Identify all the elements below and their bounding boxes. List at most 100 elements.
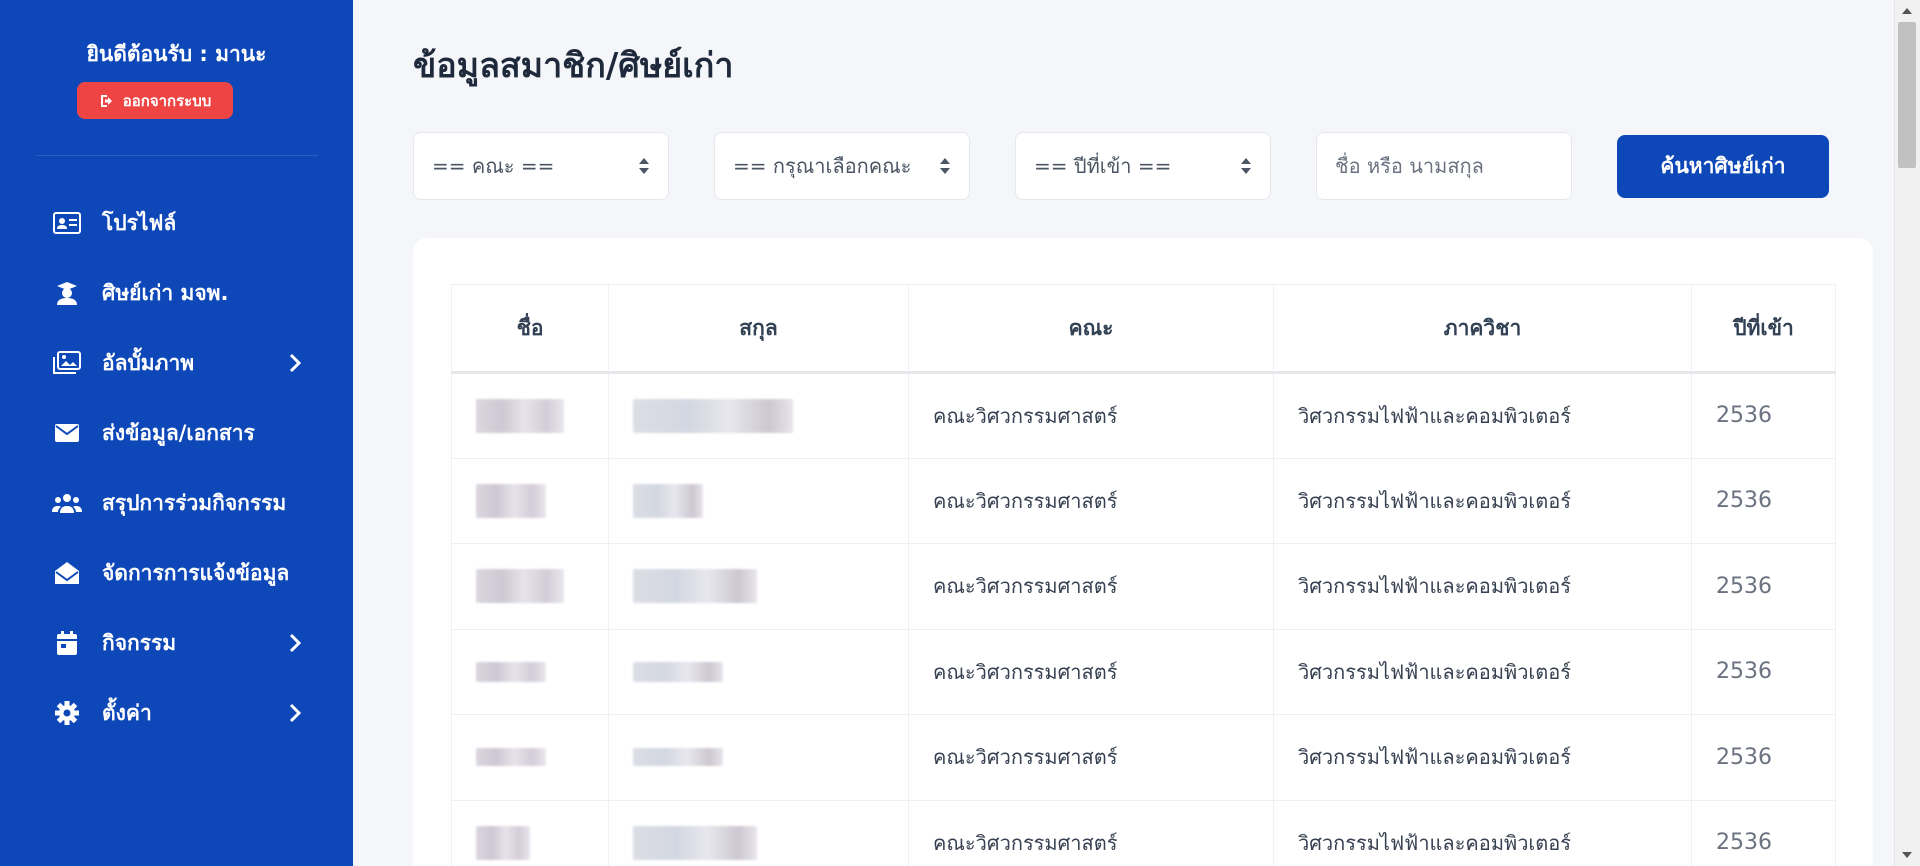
calendar-icon <box>52 628 82 658</box>
scroll-up-arrow-icon[interactable] <box>1902 8 1912 14</box>
graduate-icon <box>52 278 82 308</box>
table-row[interactable]: คณะวิศวกรรมศาสตร์ วิศวกรรมไฟฟ้าและคอมพิว… <box>451 800 1836 866</box>
sidebar-item-album[interactable]: อัลบั้มภาพ <box>0 328 353 398</box>
column-header-year[interactable]: ปีที่เข้า <box>1691 284 1836 374</box>
sidebar-item-label: อัลบั้มภาพ <box>102 350 195 375</box>
table-row[interactable]: คณะวิศวกรรมศาสตร์ วิศวกรรมไฟฟ้าและคอมพิว… <box>451 629 1836 715</box>
redacted-surname <box>633 748 723 767</box>
redacted-surname <box>633 483 703 518</box>
department-cell: วิศวกรรมไฟฟ้าและคอมพิวเตอร์ <box>1273 543 1692 630</box>
sidebar-item-label: โปรไฟล์ <box>102 210 177 235</box>
year-cell: 2536 <box>1691 800 1836 866</box>
id-card-icon <box>52 208 82 238</box>
first-name-cell <box>451 714 609 801</box>
images-icon <box>52 348 82 378</box>
name-search-placeholder: ชื่อ หรือ นามสกุล <box>1335 154 1484 178</box>
faculty-cell: คณะวิศวกรรมศาสตร์ <box>908 458 1274 544</box>
envelope-open-icon <box>52 558 82 588</box>
sign-out-icon <box>100 94 112 107</box>
redacted-name <box>476 661 546 682</box>
envelope-icon <box>52 418 82 448</box>
first-name-cell <box>451 372 609 459</box>
sidebar: ยินดีต้อนรับ : มานะ ออกจากระบบ โปรไฟล์ ศ… <box>0 0 353 866</box>
chevron-right-icon <box>289 703 302 723</box>
redacted-surname <box>633 825 757 860</box>
department-select[interactable]: == กรุณาเลือกคณะ <box>714 132 970 200</box>
redacted-name <box>476 748 546 767</box>
gear-icon <box>52 698 82 728</box>
redacted-name <box>476 483 546 518</box>
year-select[interactable]: == ปีที่เข้า == <box>1015 132 1271 200</box>
table-row[interactable]: คณะวิศวกรรมศาสตร์ วิศวกรรมไฟฟ้าและคอมพิว… <box>451 543 1836 630</box>
sidebar-nav: โปรไฟล์ ศิษย์เก่า มจพ. อัลบั้มภาพ ส่งข้อ… <box>0 188 353 748</box>
faculty-cell: คณะวิศวกรรมศาสตร์ <box>908 543 1274 630</box>
last-name-cell <box>608 714 909 801</box>
table-row[interactable]: คณะวิศวกรรมศาสตร์ วิศวกรรมไฟฟ้าและคอมพิว… <box>451 458 1836 544</box>
search-alumni-button[interactable]: ค้นหาศิษย์เก่า <box>1617 135 1829 198</box>
redacted-name <box>476 398 564 433</box>
sidebar-item-activity-summary[interactable]: สรุปการร่วมกิจกรรม <box>0 468 353 538</box>
department-cell: วิศวกรรมไฟฟ้าและคอมพิวเตอร์ <box>1273 629 1692 715</box>
faculty-cell: คณะวิศวกรรมศาสตร์ <box>908 800 1274 866</box>
chevron-right-icon <box>289 633 302 653</box>
last-name-cell <box>608 800 909 866</box>
sidebar-item-label: ส่งข้อมูล/เอกสาร <box>102 420 255 445</box>
redacted-surname <box>633 398 793 433</box>
welcome-text: ยินดีต้อนรับ : มานะ <box>86 42 267 66</box>
faculty-select-value: == คณะ == <box>432 154 555 178</box>
faculty-cell: คณะวิศวกรรมศาสตร์ <box>908 714 1274 801</box>
faculty-cell: คณะวิศวกรรมศาสตร์ <box>908 629 1274 715</box>
column-header-department[interactable]: ภาควิชา <box>1273 284 1692 374</box>
page-title: ข้อมูลสมาชิก/ศิษย์เก่า <box>413 46 734 86</box>
scroll-down-arrow-icon[interactable] <box>1902 852 1912 858</box>
sidebar-item-settings[interactable]: ตั้งค่า <box>0 678 353 748</box>
first-name-cell <box>451 800 609 866</box>
name-search-input[interactable]: ชื่อ หรือ นามสกุล <box>1316 132 1572 200</box>
sidebar-item-profile[interactable]: โปรไฟล์ <box>0 188 353 258</box>
scrollbar-thumb[interactable] <box>1898 22 1916 168</box>
department-cell: วิศวกรรมไฟฟ้าและคอมพิวเตอร์ <box>1273 458 1692 544</box>
sidebar-item-label: สรุปการร่วมกิจกรรม <box>102 490 287 515</box>
department-cell: วิศวกรรมไฟฟ้าและคอมพิวเตอร์ <box>1273 372 1692 459</box>
vertical-scrollbar[interactable] <box>1894 0 1920 866</box>
main-content: ข้อมูลสมาชิก/ศิษย์เก่า == คณะ == == กรุณ… <box>353 0 1894 866</box>
first-name-cell <box>451 543 609 630</box>
sidebar-item-manage-notifications[interactable]: จัดการการแจ้งข้อมูล <box>0 538 353 608</box>
table-header-row: ชื่อ สกุล คณะ ภาควิชา ปีที่เข้า <box>451 284 1836 374</box>
year-cell: 2536 <box>1691 629 1836 715</box>
year-cell: 2536 <box>1691 543 1836 630</box>
redacted-name <box>476 825 530 860</box>
last-name-cell <box>608 629 909 715</box>
faculty-cell: คณะวิศวกรรมศาสตร์ <box>908 372 1274 459</box>
column-header-last-name[interactable]: สกุล <box>608 284 909 374</box>
redacted-surname <box>633 661 723 682</box>
redacted-name <box>476 569 564 604</box>
department-cell: วิศวกรรมไฟฟ้าและคอมพิวเตอร์ <box>1273 714 1692 801</box>
users-icon <box>52 488 82 518</box>
sort-caret-icon <box>639 158 649 174</box>
first-name-cell <box>451 629 609 715</box>
last-name-cell <box>608 458 909 544</box>
table-row[interactable]: คณะวิศวกรรมศาสตร์ วิศวกรรมไฟฟ้าและคอมพิว… <box>451 714 1836 801</box>
sidebar-item-label: ศิษย์เก่า มจพ. <box>102 280 229 305</box>
alumni-table: ชื่อ สกุล คณะ ภาควิชา ปีที่เข้า คณะวิศวก… <box>451 284 1836 866</box>
year-cell: 2536 <box>1691 458 1836 544</box>
sidebar-item-label: ตั้งค่า <box>102 700 152 725</box>
department-cell: วิศวกรรมไฟฟ้าและคอมพิวเตอร์ <box>1273 800 1692 866</box>
logout-button[interactable]: ออกจากระบบ <box>77 82 233 119</box>
first-name-cell <box>451 458 609 544</box>
sidebar-item-alumni[interactable]: ศิษย์เก่า มจพ. <box>0 258 353 328</box>
sidebar-item-label: จัดการการแจ้งข้อมูล <box>102 560 290 585</box>
column-header-faculty[interactable]: คณะ <box>908 284 1274 374</box>
faculty-select[interactable]: == คณะ == <box>413 132 669 200</box>
results-card: ชื่อ สกุล คณะ ภาควิชา ปีที่เข้า คณะวิศวก… <box>413 238 1873 866</box>
logout-label: ออกจากระบบ <box>122 91 212 110</box>
table-row[interactable]: คณะวิศวกรรมศาสตร์ วิศวกรรมไฟฟ้าและคอมพิว… <box>451 372 1836 459</box>
redacted-surname <box>633 569 757 604</box>
year-select-value: == ปีที่เข้า == <box>1034 154 1172 178</box>
sidebar-divider <box>36 155 318 156</box>
sidebar-item-label: กิจกรรม <box>102 630 177 655</box>
sidebar-item-activities[interactable]: กิจกรรม <box>0 608 353 678</box>
column-header-first-name[interactable]: ชื่อ <box>451 284 609 374</box>
sidebar-item-send-documents[interactable]: ส่งข้อมูล/เอกสาร <box>0 398 353 468</box>
